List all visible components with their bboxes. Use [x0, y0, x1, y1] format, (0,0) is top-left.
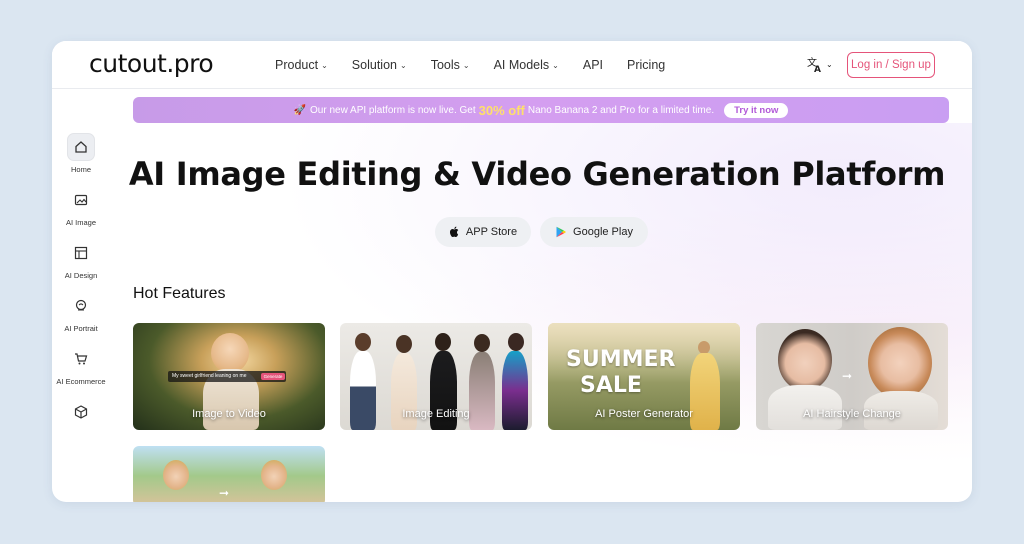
before-portrait	[163, 460, 189, 490]
hero-title: AI Image Editing & Video Generation Plat…	[128, 155, 946, 193]
hot-features-heading: Hot Features	[133, 285, 226, 302]
model-head	[355, 333, 371, 351]
app-store-button[interactable]: APP Store	[435, 217, 531, 247]
model-head	[435, 333, 451, 351]
feature-card-ai-poster-generator[interactable]: SUMMER SALE AI Poster Generator	[548, 323, 740, 430]
arrow-right-icon: ➞	[842, 369, 853, 383]
language-selector[interactable]: 文 A ⌄	[806, 55, 833, 73]
nav-label: Pricing	[627, 58, 666, 72]
login-signup-button[interactable]: Log in / Sign up	[847, 52, 935, 78]
before-portrait	[778, 329, 832, 391]
nav-product[interactable]: Product ⌄	[275, 58, 328, 72]
chevron-down-icon: ⌄	[399, 60, 407, 70]
card-label: AI Hairstyle Change	[803, 408, 901, 420]
nav-api[interactable]: API	[583, 58, 603, 72]
translate-icon: 文 A	[807, 56, 821, 73]
model-head	[508, 333, 524, 351]
nav-tools[interactable]: Tools ⌄	[431, 58, 470, 72]
generate-badge: Generate	[261, 373, 285, 380]
nav-ai-models[interactable]: AI Models ⌄	[494, 58, 559, 72]
promo-banner: 🚀 Our new API platform is now live. Get …	[133, 97, 949, 123]
sidebar-item-label: AI Portrait	[64, 324, 98, 333]
feature-card-ai-hairstyle-change[interactable]: ➞ AI Hairstyle Change	[756, 323, 948, 430]
after-portrait	[261, 460, 287, 490]
nav-label: Solution	[351, 58, 397, 72]
google-play-button[interactable]: Google Play	[540, 217, 648, 247]
feature-card-image-to-video[interactable]: My sweet girlfriend leaning on me Genera…	[133, 323, 325, 430]
model-head	[474, 334, 490, 352]
nav-label: AI Models	[493, 58, 550, 72]
promo-text-before: Our new API platform is now live. Get	[310, 104, 476, 116]
prompt-text: My sweet girlfriend leaning on me	[172, 373, 247, 379]
portrait-icon	[67, 292, 95, 320]
poster-headline: SUMMER SALE	[566, 347, 675, 399]
chevron-down-icon: ⌄	[552, 60, 559, 70]
card-label: AI Poster Generator	[595, 408, 693, 420]
card-label: Image Editing	[402, 408, 470, 420]
feature-card-partial[interactable]: ➞	[133, 446, 325, 502]
nav-label: API	[582, 58, 604, 72]
promo-text-after: Nano Banana 2 and Pro for a limited time…	[527, 104, 715, 116]
nav-solution[interactable]: Solution ⌄	[352, 58, 407, 72]
sidebar-item-ai-design[interactable]: AI Design	[52, 239, 110, 280]
portrait-photo	[211, 333, 249, 373]
nav-label: Tools	[430, 58, 460, 72]
layout-icon	[67, 239, 95, 267]
poster-line-2: SALE	[580, 373, 642, 398]
feature-card-image-editing[interactable]: Image Editing	[340, 323, 532, 430]
browser-window: cutout.pro Product ⌄ Solution ⌄ Tools ⌄ …	[52, 41, 972, 502]
cube-icon	[67, 398, 95, 426]
top-header: cutout.pro Product ⌄ Solution ⌄ Tools ⌄ …	[52, 41, 972, 89]
google-play-label: Google Play	[573, 226, 633, 238]
sidebar-item-3d[interactable]	[52, 398, 110, 426]
nav-pricing[interactable]: Pricing	[627, 58, 665, 72]
main-nav: Product ⌄ Solution ⌄ Tools ⌄ AI Models ⌄…	[275, 58, 689, 72]
logo[interactable]: cutout.pro	[89, 49, 214, 78]
after-portrait	[868, 327, 932, 399]
sidebar-item-label: AI Ecommerce	[56, 377, 106, 386]
try-it-now-button[interactable]: Try it now	[724, 102, 789, 118]
app-store-label: APP Store	[465, 226, 518, 238]
sidebar-item-ai-portrait[interactable]: AI Portrait	[52, 292, 110, 333]
promo-highlight: 30% off	[478, 102, 525, 118]
chevron-down-icon: ⌄	[462, 60, 470, 70]
google-play-icon	[556, 226, 567, 238]
sidebar-item-ai-ecommerce[interactable]: AI Ecommerce	[52, 345, 110, 386]
nav-label: Product	[275, 58, 319, 72]
cart-icon	[67, 345, 95, 373]
chevron-down-icon: ⌄	[321, 60, 328, 70]
chevron-down-icon: ⌄	[826, 59, 833, 69]
sidebar-item-label: AI Design	[64, 271, 98, 280]
model-head	[396, 335, 412, 353]
arrow-right-icon: ➞	[219, 486, 230, 500]
sidebar-item-label: AI Image	[65, 218, 96, 227]
card-label: Image to Video	[192, 408, 266, 420]
svg-text:A: A	[814, 65, 821, 73]
apple-icon	[449, 226, 459, 237]
rocket-icon: 🚀	[293, 104, 307, 116]
poster-line-1: SUMMER	[566, 347, 676, 372]
